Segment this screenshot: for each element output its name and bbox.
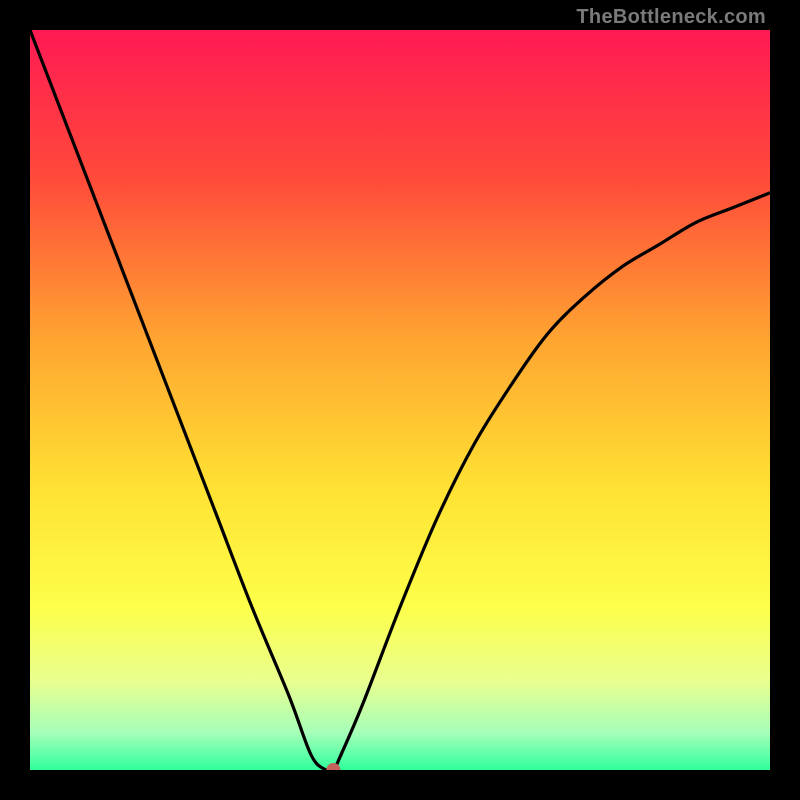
curve-layer <box>30 30 770 770</box>
watermark-text: TheBottleneck.com <box>576 6 766 29</box>
plot-area <box>30 30 770 770</box>
bottleneck-curve <box>30 30 770 770</box>
chart-frame: TheBottleneck.com <box>0 0 800 800</box>
